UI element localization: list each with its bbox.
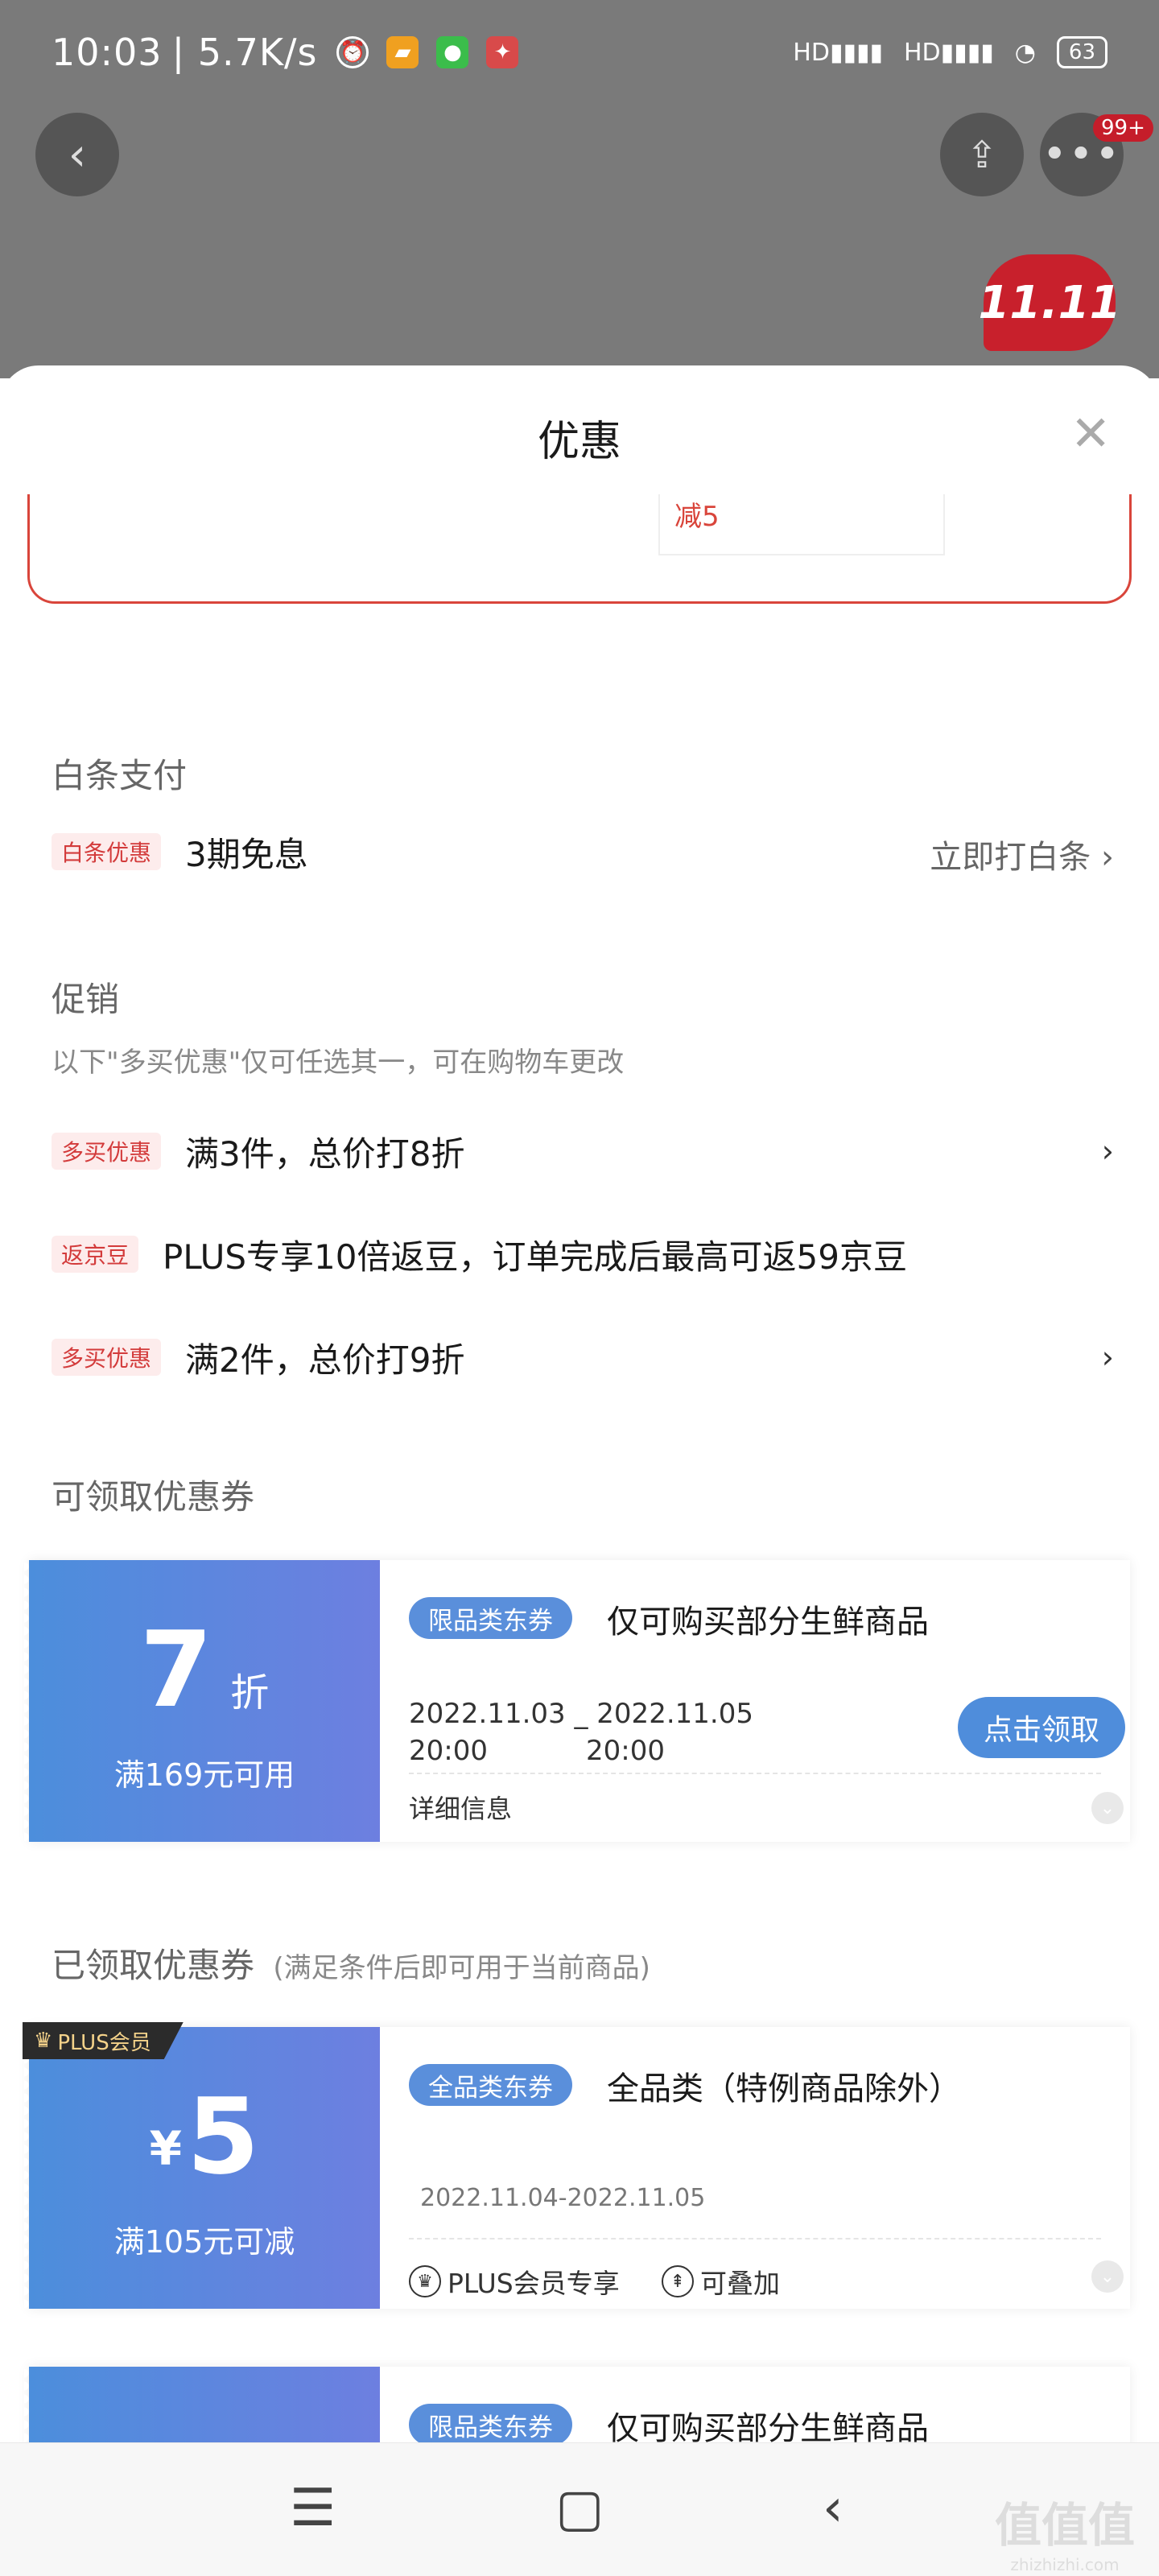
crown-icon: ♛ — [409, 2265, 441, 2297]
sheet-title: 优惠 — [537, 418, 621, 466]
available-coupons-title: 可领取优惠券 — [52, 1477, 255, 1517]
baitiao-text: 3期免息 — [185, 834, 308, 874]
back-icon[interactable]: ‹ — [823, 2479, 843, 2538]
promo-section-title: 促销 — [52, 980, 120, 1019]
coupon-title: 仅可购买部分生鲜商品 — [607, 1604, 929, 1641]
page-backdrop: 10:03 | 5.7K/s ⏰ ▰ ● ✦ HD▮▮▮▮ HD▮▮▮▮ ◔ 6… — [0, 0, 1159, 378]
coupon-title: 全品类（特例商品除外） — [607, 2070, 961, 2107]
signal-icon: HD▮▮▮▮ — [904, 38, 994, 67]
previous-coupon-card — [27, 494, 1132, 604]
coupon-tag: 全品类东券 — [409, 2064, 572, 2106]
promo-item[interactable]: 多买优惠 满2件，总价打9折 › — [52, 1333, 1114, 1381]
baitiao-link[interactable]: 立即打白条 › — [930, 831, 1114, 877]
previous-coupon-value: 减5 — [658, 494, 945, 555]
chevron-right-icon: › — [1101, 1133, 1114, 1169]
back-button[interactable]: ‹ — [35, 113, 119, 196]
coupon-tag: 限品类东券 — [409, 2404, 572, 2442]
promo-text: PLUS专享10倍返豆，订单完成后最高可返59京豆 — [163, 1236, 907, 1277]
coupon-date: 2022.11.03 _ 2022.11.05 20:00 20:00 — [409, 1698, 753, 1767]
promo-note: 以下"多买优惠"仅可任选其一，可在购物车更改 — [52, 1046, 625, 1079]
coupon-amount: 7折 — [139, 1608, 270, 1731]
coupon-card: 7折 满169元可用 限品类东券 仅可购买部分生鲜商品 2022.11.03 _… — [24, 1560, 1130, 1842]
signal-icon: HD▮▮▮▮ — [793, 38, 883, 67]
coupon-date: 2022.11.04-2022.11.05 — [420, 2184, 706, 2212]
claimed-coupons-note: (满足条件后即可用于当前商品) — [273, 1952, 650, 1984]
coupon-info-panel: 限品类东券 仅可购买部分生鲜商品 2022.11.03 _ 2022.11.05… — [380, 1560, 1130, 1842]
stackable-label: ⇞ 可叠加 — [662, 2262, 780, 2301]
promo-text: 满3件，总价打8折 — [185, 1133, 465, 1174]
close-icon[interactable]: ✕ — [1070, 406, 1111, 462]
coupon-amount: ¥5 — [149, 2075, 260, 2198]
promo-logo: 11.11 — [978, 254, 1121, 351]
coupon-card: 限品类东券 仅可购买部分生鲜商品 — [24, 2367, 1130, 2442]
plus-exclusive-label: ♛ PLUS会员专享 — [409, 2262, 620, 2301]
watermark: 值值值 zhizhizhi.com — [994, 2498, 1135, 2574]
stack-icon: ⇞ — [662, 2265, 694, 2297]
crown-icon: ♛ — [34, 2029, 53, 2053]
status-bar: 10:03 | 5.7K/s ⏰ ▰ ● ✦ HD▮▮▮▮ HD▮▮▮▮ ◔ 6… — [0, 0, 1159, 105]
chevron-down-icon[interactable]: ⌄ — [1091, 2260, 1124, 2293]
promo-tag: 返京豆 — [52, 1236, 139, 1273]
system-nav-bar: ☰ ▢ ‹ — [0, 2442, 1159, 2576]
alarm-icon: ⏰ — [336, 36, 369, 68]
menu-icon[interactable]: ☰ — [290, 2479, 336, 2538]
divider — [409, 2238, 1101, 2240]
wechat-icon: ● — [436, 36, 469, 68]
share-button[interactable]: ⇪ — [940, 113, 1024, 196]
coupon-tag: 限品类东券 — [409, 1597, 572, 1639]
coupon-detail-link[interactable]: 详细信息 — [409, 1789, 512, 1826]
baitiao-tag: 白条优惠 — [52, 833, 162, 870]
status-time: 10:03 — [52, 31, 163, 74]
promo-tag: 多买优惠 — [52, 1133, 162, 1170]
coupon-info-panel: 限品类东券 仅可购买部分生鲜商品 — [380, 2367, 1130, 2442]
status-speed: | 5.7K/s — [171, 31, 318, 74]
coupon-value-panel: ¥5 满105元可减 — [24, 2027, 380, 2309]
claimed-coupons-title: 已领取优惠券 (满足条件后即可用于当前商品) — [52, 1946, 650, 1985]
claim-coupon-button[interactable]: 点击领取 — [958, 1697, 1126, 1758]
plus-member-badge: ♛ PLUS会员 — [23, 2022, 184, 2059]
divider — [409, 1773, 1101, 1774]
coupon-info-panel: 全品类东券 全品类（特例商品除外） 2022.11.04-2022.11.05 … — [380, 2027, 1130, 2309]
coupon-title: 仅可购买部分生鲜商品 — [607, 2410, 929, 2442]
promo-tag: 多买优惠 — [52, 1339, 162, 1376]
battery-icon: 63 — [1056, 36, 1107, 68]
promo-text: 满2件，总价打9折 — [185, 1340, 465, 1380]
baitiao-section-title: 白条支付 — [52, 756, 188, 795]
message-icon: ▰ — [386, 36, 419, 68]
promo-item: 返京豆 PLUS专享10倍返豆，订单完成后最高可返59京豆 — [52, 1230, 1114, 1278]
home-icon[interactable]: ▢ — [555, 2479, 604, 2538]
chevron-right-icon: › — [1101, 839, 1114, 876]
coupon-condition: 满169元可用 — [113, 1757, 295, 1793]
coupon-card: ¥5 满105元可减 ♛ PLUS会员 全品类东券 全品类（特例商品除外） 202… — [23, 2022, 1130, 2309]
notification-badge: 99+ — [1093, 114, 1153, 142]
coupon-value-panel — [24, 2367, 380, 2442]
wifi-icon: ◔ — [1014, 38, 1036, 67]
app-notification-icon: ✦ — [486, 36, 519, 68]
discount-sheet: 优惠 ✕ 减5 白条支付 白条优惠 3期免息 立即打白条 › 促销 以下"多买优… — [0, 365, 1159, 2442]
promo-item[interactable]: 多买优惠 满3件，总价打8折 › — [52, 1127, 1114, 1175]
coupon-condition: 满105元可减 — [113, 2224, 295, 2260]
chevron-right-icon: › — [1101, 1340, 1114, 1375]
chevron-down-icon[interactable]: ⌄ — [1091, 1792, 1124, 1824]
coupon-value-panel: 7折 满169元可用 — [24, 1560, 380, 1842]
